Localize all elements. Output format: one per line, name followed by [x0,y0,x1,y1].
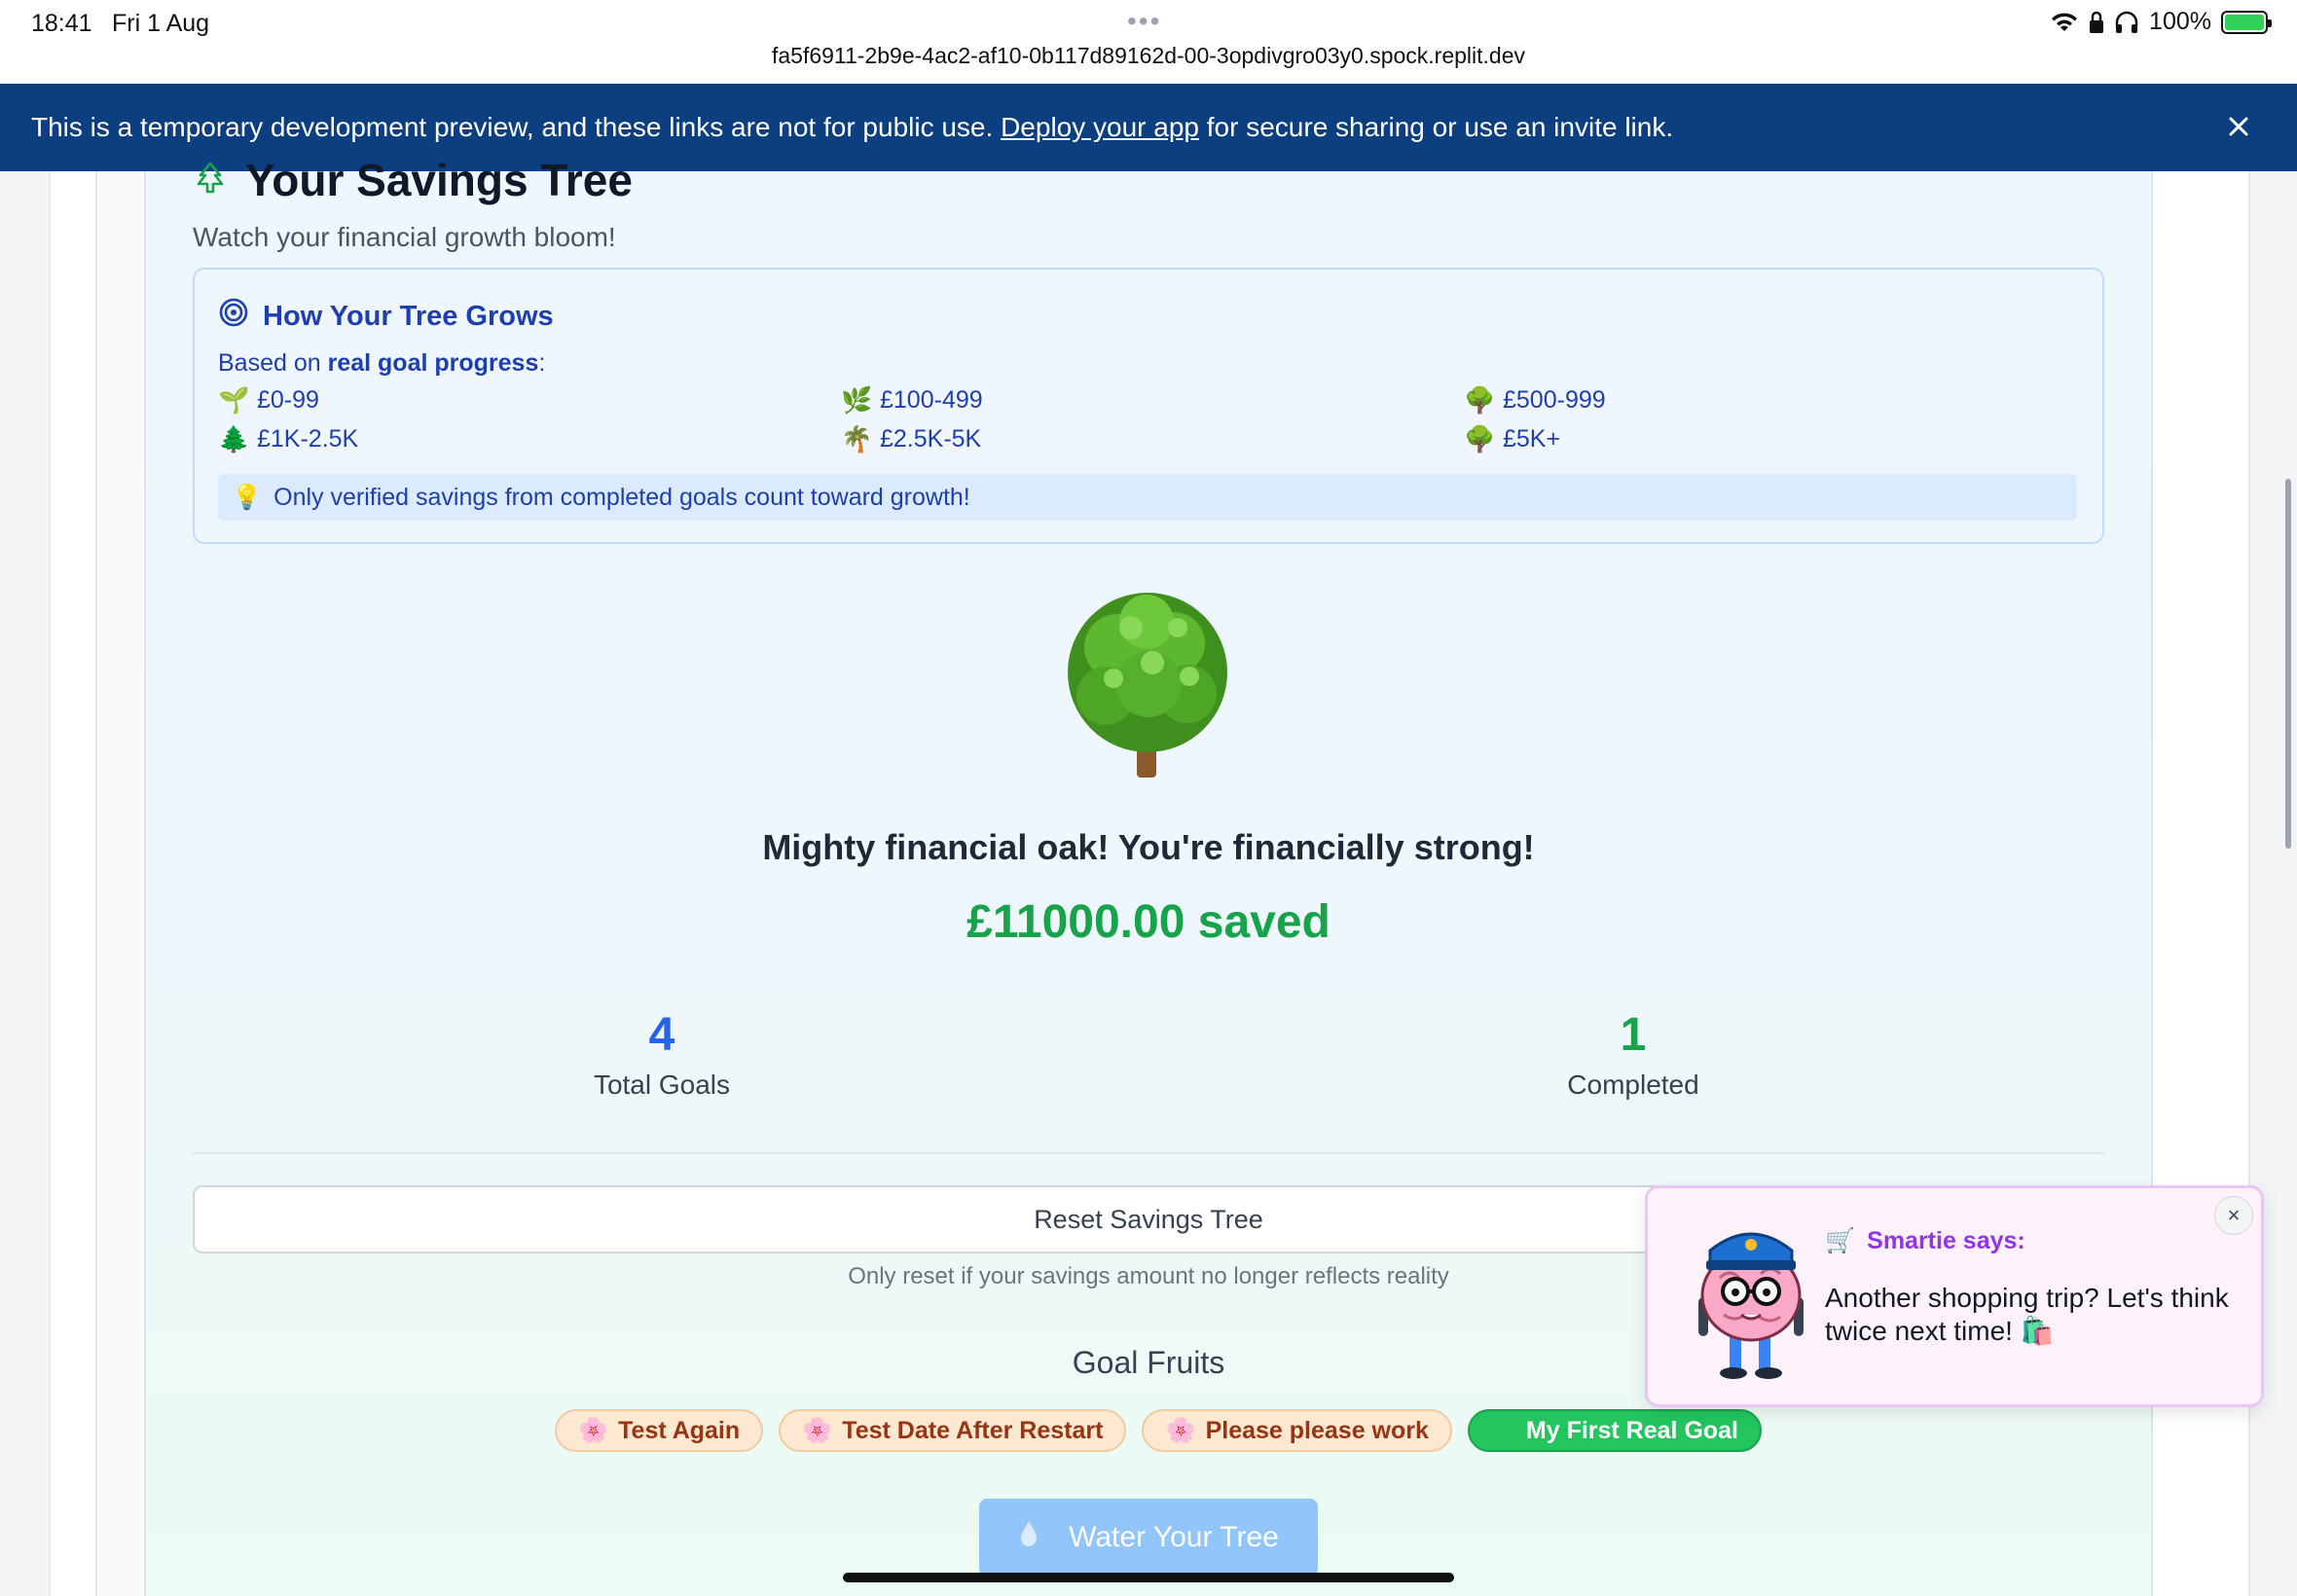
battery-percent: 100% [2149,8,2211,35]
card-subtitle: Watch your financial growth bloom! [193,222,616,252]
savings-tree-illustration-icon [1059,589,1236,780]
how-tree-grows-title: How Your Tree Grows [218,297,554,336]
droplet-icon [1018,1519,1039,1556]
growth-tip: 💡 Only verified savings from completed g… [218,474,2077,521]
total-goals-stat: 4 Total Goals [516,1008,808,1101]
toast-close-button[interactable]: × [2214,1196,2253,1235]
tier-item: 🌲 £1K-2.5K [218,423,841,453]
tier-item: 🌳 £500-999 [1464,384,2087,415]
how-tree-grows-label: How Your Tree Grows [263,300,554,332]
lightbulb-icon: 💡 [232,483,263,511]
deciduous-tree-icon: 🌳 [1464,423,1496,453]
shopping-cart-icon: 🛒 [1825,1227,1856,1254]
tier-label: £100-499 [880,385,983,414]
toast-speaker: 🛒 Smartie says: [1825,1227,2025,1255]
deploy-app-link[interactable]: Deploy your app [1001,112,1199,143]
wifi-icon [2050,11,2079,34]
tier-item: 🌿 £100-499 [841,384,1464,415]
water-tree-label: Water Your Tree [1069,1521,1279,1553]
completed-goals-label: Completed [1567,1070,1699,1100]
based-on-text: Based on real goal progress: [218,349,545,378]
blossom-icon: 🌸 [1165,1416,1196,1444]
saved-amount: £11000.00 saved [966,896,1331,948]
water-tree-button[interactable]: Water Your Tree [979,1499,1318,1577]
completed-goals-value: 1 [1620,1009,1647,1061]
goal-fruit-label: My First Real Goal [1525,1416,1739,1444]
goal-fruit-label: Please please work [1205,1416,1429,1444]
goal-fruit-chip[interactable]: 🌸 Test Date After Restart [779,1409,1127,1452]
divider [193,1152,2104,1154]
scrollbar[interactable] [2285,479,2291,849]
banner-text-after: for secure sharing or use an invite link… [1198,112,1674,142]
battery-icon [2221,10,2272,34]
smartie-toast: × 🛒 Smartie says: Another shopping trip?… [1645,1185,2264,1407]
herb-icon: 🌿 [841,384,873,415]
tier-item: 🌴 £2.5K-5K [841,423,1464,453]
orientation-lock-icon [2089,11,2104,34]
tier-label: £1K-2.5K [257,424,359,453]
seedling-icon: 🌱 [218,384,250,415]
how-tree-grows-box: How Your Tree Grows Based on real goal p… [193,268,2104,544]
status-time: 18:41 [31,10,92,37]
goal-fruit-chip[interactable]: 🌸 Please please work [1142,1409,1452,1452]
based-suffix: : [538,349,546,377]
blossom-icon: 🌸 [578,1416,609,1444]
smartie-mascot-icon [1691,1210,1811,1385]
based-prefix: Based on [218,349,328,377]
based-bold: real goal progress [327,349,539,377]
card-title-text: Your Savings Tree [245,155,633,205]
growth-tip-text: Only verified savings from completed goa… [273,483,970,511]
tier-label: £0-99 [257,385,319,414]
tier-item: 🌳 £5K+ [1464,423,2087,453]
goal-fruits-list: 🌸 Test Again 🌸 Test Date After Restart 🌸… [555,1409,1763,1452]
close-icon[interactable] [2221,109,2256,144]
tier-label: £500-999 [1503,385,1606,414]
url-bar[interactable]: fa5f6911-2b9e-4ac2-af10-0b117d89162d-00-… [0,43,2297,69]
toast-message: Another shopping trip? Let's think twice… [1825,1283,2229,1346]
deciduous-tree-icon: 🌳 [1464,384,1496,415]
status-bar: 18:41 Fri 1 Aug ••• fa5f6911-2b9e-4ac2-a… [0,0,2297,84]
blossom-icon: 🌸 [802,1416,833,1444]
total-goals-value: 4 [648,1009,675,1061]
multitask-dots-icon[interactable]: ••• [1127,6,1161,37]
tier-item: 🌱 £0-99 [218,384,841,415]
status-date: Fri 1 Aug [112,10,210,37]
evergreen-tree-icon: 🌲 [218,423,250,453]
headphones-icon [2114,11,2139,34]
palm-tree-icon: 🌴 [841,423,873,453]
tier-label: £2.5K-5K [880,424,982,453]
goal-fruit-chip-completed[interactable]: My First Real Goal [1467,1409,1763,1452]
toast-speaker-label: Smartie says: [1867,1227,2025,1254]
status-indicators: 100% [2050,8,2272,36]
goal-fruit-chip[interactable]: 🌸 Test Again [555,1409,764,1452]
goal-fruit-label: Test Again [618,1416,741,1444]
home-indicator[interactable] [843,1573,1454,1582]
target-icon [218,297,249,336]
tree-message: Mighty financial oak! You're financially… [762,827,1535,867]
tree-outline-icon [193,154,228,206]
goal-fruit-label: Test Date After Restart [842,1416,1104,1444]
total-goals-label: Total Goals [593,1070,731,1100]
card-title: Your Savings Tree [193,154,633,206]
tier-label: £5K+ [1503,424,1561,453]
completed-goals-stat: 1 Completed [1487,1008,1779,1101]
banner-text-before: This is a temporary development preview,… [31,112,1002,142]
growth-tiers: 🌱 £0-99 🌿 £100-499 🌳 £500-999 🌲 £1K-2.5K 🌴 £2… [218,384,2087,453]
